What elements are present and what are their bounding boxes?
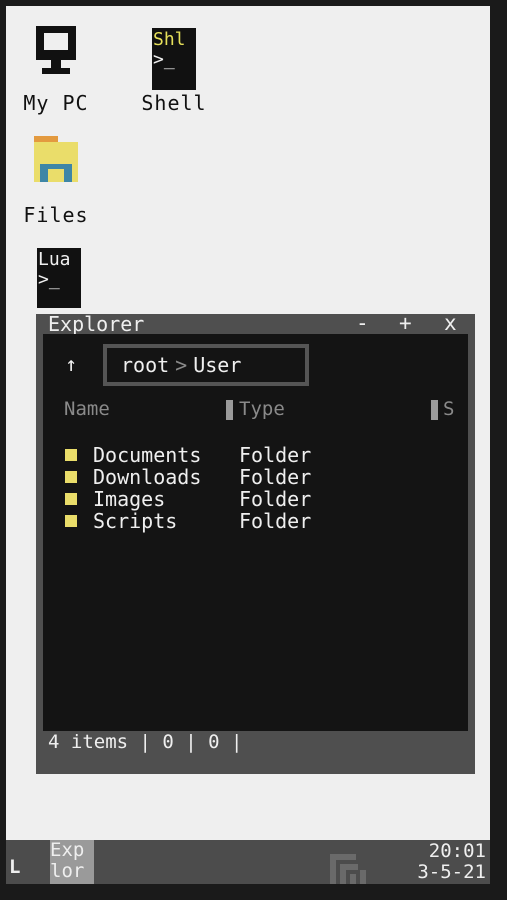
file-row[interactable]: Images Folder — [65, 487, 311, 511]
terminal-icon: Lua >_ — [37, 248, 81, 308]
explorer-status-bar: 4 items | 0 | 0 | — [48, 731, 243, 753]
clock-date: 3-5-21 — [417, 861, 486, 883]
breadcrumb-separator: > — [175, 353, 188, 377]
file-type: Folder — [239, 509, 312, 533]
file-type: Folder — [239, 487, 312, 511]
up-arrow-icon[interactable]: ↑ — [65, 352, 77, 376]
file-name: Downloads — [93, 465, 202, 489]
taskbar-item-label: Exp — [50, 840, 85, 861]
minimize-button[interactable]: - — [356, 313, 369, 334]
maximize-button[interactable]: + — [399, 313, 412, 334]
taskbar-item-label: lor — [50, 860, 85, 882]
computer-icon — [34, 26, 78, 76]
taskbar: L Exp lor 20:01 3-5-21 — [6, 840, 490, 884]
clock-time: 20:01 — [428, 840, 486, 862]
breadcrumb-current[interactable]: User — [193, 353, 241, 377]
file-name: Documents — [93, 443, 202, 467]
start-button[interactable]: L — [9, 856, 20, 878]
terminal-icon: Shl >_ — [152, 28, 196, 90]
folder-icon — [65, 449, 77, 461]
folder-icon — [34, 136, 78, 184]
folder-icon — [65, 515, 77, 527]
taskbar-clock[interactable]: 20:01 3-5-21 — [417, 841, 486, 883]
column-header-size[interactable]: S — [443, 398, 454, 420]
file-row[interactable]: Scripts Folder — [65, 509, 311, 533]
file-type: Folder — [239, 465, 312, 489]
column-header-type[interactable]: Type — [239, 398, 285, 420]
breadcrumb[interactable]: root > User — [103, 344, 309, 386]
column-resize-handle[interactable] — [226, 400, 233, 420]
file-name: Images — [93, 487, 166, 511]
explorer-content: ↑ root > User Name Type S Documents Folder … — [43, 334, 468, 731]
column-header-name[interactable]: Name — [64, 398, 110, 420]
desktop-icon-lua[interactable]: Lua >_ — [34, 248, 84, 308]
folder-icon — [65, 471, 77, 483]
close-button[interactable]: x — [444, 313, 457, 334]
desktop-icon-label: My PC — [23, 91, 89, 115]
desktop-icon-my-pc[interactable]: My PC — [18, 26, 94, 114]
breadcrumb-root[interactable]: root — [121, 353, 169, 377]
folder-icon — [65, 493, 77, 505]
file-list: Documents Folder Downloads Folder Images Fo… — [65, 443, 311, 533]
window-title: Explorer — [48, 312, 145, 336]
network-icon[interactable] — [328, 848, 368, 884]
desktop-icon-label: Files — [23, 203, 89, 227]
file-row[interactable]: Documents Folder — [65, 443, 311, 467]
desktop-icon-files[interactable]: Files — [18, 136, 94, 226]
taskbar-item-explorer[interactable]: Exp lor — [50, 840, 94, 884]
file-name: Scripts — [93, 509, 178, 533]
explorer-window: Explorer - + x ↑ root > User Name Type S D… — [36, 312, 475, 774]
desktop-icon-shell[interactable]: Shl >_ Shell — [134, 28, 214, 114]
file-row[interactable]: Downloads Folder — [65, 465, 311, 489]
file-type: Folder — [239, 443, 312, 467]
desktop-icon-label: Shell — [141, 91, 207, 115]
window-titlebar[interactable]: Explorer - + x — [36, 312, 475, 336]
column-resize-handle[interactable] — [431, 400, 438, 420]
